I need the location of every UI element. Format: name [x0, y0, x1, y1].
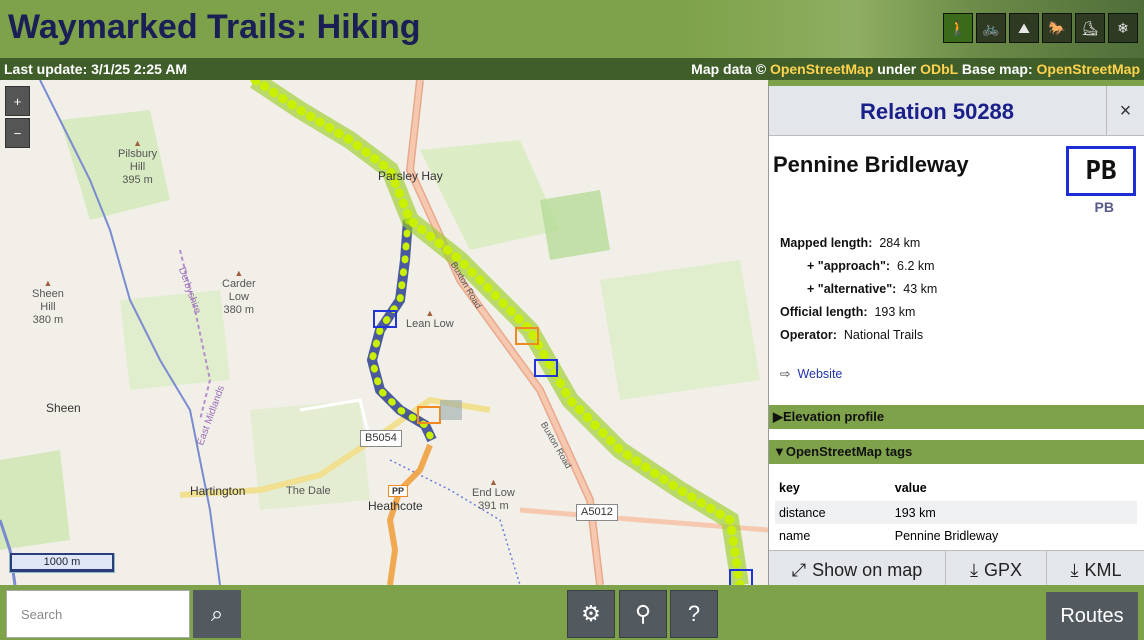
page-title[interactable]: Waymarked Trails: Hiking — [8, 8, 421, 47]
road-label-the-dale: The Dale — [286, 485, 331, 497]
triangle-right-icon: ▶ — [773, 409, 783, 424]
map-pin-icon[interactable]: ⚲ — [619, 590, 667, 638]
approach-row: + "approach": 6.2 km — [807, 259, 935, 273]
search-input[interactable] — [6, 590, 190, 638]
osm-link[interactable]: OpenStreetMap — [770, 61, 873, 77]
road-label-b5054: B5054 — [360, 430, 402, 447]
route-details-panel: Relation 50288 × Pennine Bridleway PB PB… — [768, 86, 1144, 590]
column-header-value: value — [894, 480, 927, 495]
header: Waymarked Trails: Hiking 🚶 🚲 ⛰ 🐎 ⛸ ❄ — [0, 0, 1144, 58]
column-header-key: key — [779, 480, 800, 495]
website-link[interactable]: ⇨ Website — [780, 366, 842, 381]
gear-icon[interactable]: ⚙ — [567, 590, 615, 638]
mapped-length-row: Mapped length: 284 km — [780, 236, 921, 250]
footer-toolbar: ⌕ ⚙ ⚲ ? Routes — [0, 585, 1144, 640]
attribution: Map data © OpenStreetMap under ODbL Base… — [691, 61, 1140, 77]
map-label-sheen: Sheen — [46, 401, 81, 415]
panel-header: Relation 50288 × — [769, 86, 1144, 136]
app-root: Waymarked Trails: Hiking 🚶 🚲 ⛰ 🐎 ⛸ ❄ Las… — [0, 0, 1144, 640]
mountain-bike-icon[interactable]: ⛰ — [1009, 13, 1039, 43]
status-bar: Last update: 3/1/25 2:25 AM Map data © O… — [0, 58, 1144, 80]
table-row: name Pennine Bridleway — [775, 524, 1137, 547]
map-label-parsley-hay: Parsley Hay — [378, 169, 443, 183]
route-shield: PB — [1066, 146, 1136, 196]
map[interactable]: ▲ Pilsbury Hill 395 m Parsley Hay ▲ Carder… — [0, 80, 768, 585]
table-row: distance 193 km — [775, 501, 1137, 524]
relation-title: Relation 50288 — [859, 99, 1015, 124]
download-icon: ⤓ — [1070, 560, 1079, 580]
tag-value: Pennine Bridleway — [894, 528, 999, 543]
osm-tags-toggle[interactable]: ▼OpenStreetMap tags — [769, 440, 1144, 464]
map-label-pilsbury-hill: ▲ Pilsbury Hill 395 m — [118, 138, 158, 186]
route-marker-pp[interactable]: PP — [388, 485, 409, 498]
panel-actions: ⤢ Show on map ⤓ GPX ⤓ KML — [769, 550, 1144, 590]
osm-tags-table: key value distance 193 km name Pennine B… — [775, 474, 1137, 547]
arrow-right-icon: ⇨ — [780, 367, 791, 381]
snowflake-icon[interactable]: ❄ — [1108, 13, 1138, 43]
map-label-end-low: ▲ End Low 391 m — [472, 477, 515, 512]
horse-icon[interactable]: 🐎 — [1042, 13, 1072, 43]
route-type-switcher: 🚶 🚲 ⛰ 🐎 ⛸ ❄ — [943, 13, 1138, 43]
skater-icon[interactable]: ⛸ — [1075, 13, 1105, 43]
alternative-row: + "alternative": 43 km — [807, 282, 938, 296]
base-map-link[interactable]: OpenStreetMap — [1037, 61, 1140, 77]
tag-key: distance — [775, 501, 891, 524]
route-details: Mapped length: 284 km + "approach": 6.2 … — [780, 232, 937, 347]
map-label-carder-low: ▲ Carder Low 380 m — [222, 268, 256, 316]
hiker-icon[interactable]: 🚶 — [943, 13, 973, 43]
help-icon[interactable]: ? — [670, 590, 718, 638]
map-label-hartington: Hartington — [190, 484, 246, 498]
tag-value: 193 km — [890, 501, 1137, 524]
map-label-sheen-hill: ▲ Sheen Hill 380 m — [32, 278, 64, 326]
expand-icon: ⤢ — [791, 560, 807, 580]
tag-key: name — [779, 528, 811, 543]
odbl-link[interactable]: ODbL — [920, 61, 958, 77]
bicycle-icon[interactable]: 🚲 — [976, 13, 1006, 43]
scale-bar: 1000 m — [9, 553, 115, 573]
table-header: key value — [775, 474, 1137, 501]
route-ref: PB — [1094, 199, 1114, 215]
road-label-a5012: A5012 — [576, 504, 618, 521]
search-icon[interactable]: ⌕ — [193, 590, 241, 638]
map-label-lean-low: ▲ Lean Low — [406, 308, 454, 331]
download-icon: ⤓ — [970, 560, 978, 580]
zoom-out-button[interactable]: − — [5, 118, 30, 148]
zoom-in-button[interactable]: + — [5, 86, 30, 116]
triangle-down-icon: ▼ — [773, 444, 786, 459]
elevation-profile-toggle[interactable]: ▶Elevation profile — [769, 405, 1144, 429]
official-length-row: Official length: 193 km — [780, 305, 916, 319]
map-label-heathcote: Heathcote — [368, 499, 423, 513]
routes-button[interactable]: Routes — [1046, 592, 1138, 640]
close-icon[interactable]: × — [1106, 86, 1144, 136]
zoom-control: + − — [5, 86, 30, 148]
operator-row: Operator: National Trails — [780, 328, 924, 342]
last-update: Last update: 3/1/25 2:25 AM — [4, 61, 188, 77]
route-name: Pennine Bridleway — [773, 152, 969, 177]
